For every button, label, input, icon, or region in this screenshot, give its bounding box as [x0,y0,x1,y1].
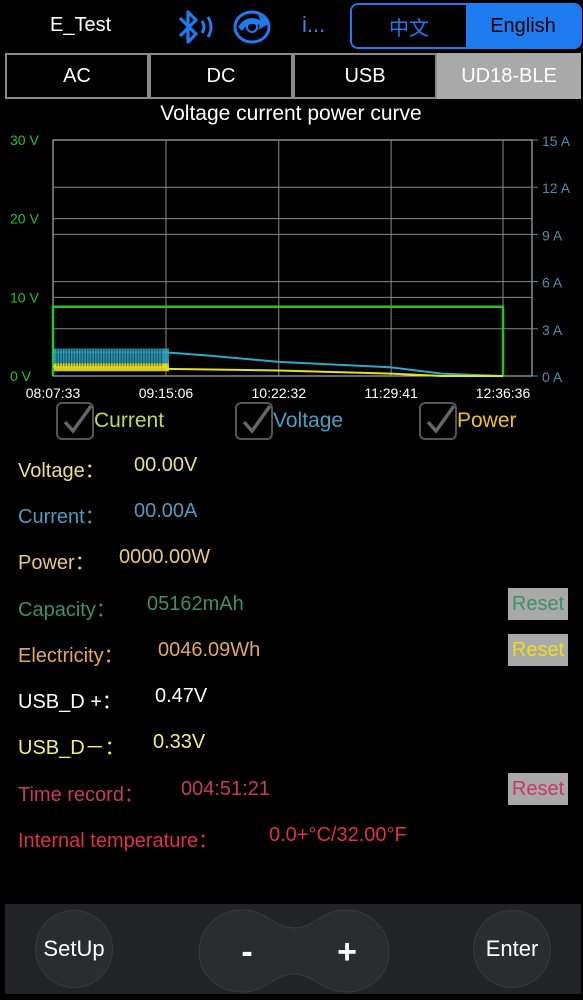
electricity-reading: Electricity： 0046.09Wh [18,639,260,668]
checkbox-box [56,402,94,440]
current-value: 00.00A [134,500,198,522]
minus-button[interactable]: - [217,924,277,980]
temperature-value: 0.0+°C/32.00°F [269,824,407,846]
tab-ud18-ble[interactable]: UD18-BLE [437,53,581,99]
y-left-tick-label: 20 V [10,211,39,227]
y-left-tick-label: 10 V [10,289,39,305]
y-right-tick-label: 9 A [542,227,563,243]
top-bar: E_Test i... 中文 English [0,0,583,52]
x-tick-label: 12:36:36 [476,385,531,401]
usb-dm-reading: USB_D－： 0.33V [18,731,205,760]
plus-button[interactable]: + [317,924,377,980]
plot-frame [52,139,533,377]
chart-title: Voltage current power curve [160,102,421,125]
capacity-label: Capacity： [18,599,116,621]
enter-button[interactable]: Enter [473,910,551,988]
app-title: E_Test [50,14,112,36]
time-record-value: 004:51:21 [181,778,270,800]
y-right-tick-label: 0 A [542,369,563,385]
lang-chinese-button[interactable]: 中文 [352,5,466,47]
capacity-value: 05162mAh [147,593,244,615]
y-right-tick-label: 3 A [542,322,563,338]
time-record-label: Time record： [18,784,144,806]
electricity-value: 0046.09Wh [158,639,261,661]
setup-button[interactable]: SetUp [35,910,113,988]
tab-ac[interactable]: AC [5,53,149,99]
y-right-tick-label: 15 A [542,133,571,149]
chart-svg: Voltage current power curve 0 A 3 A 6 A 9 A 1… [10,102,571,401]
voltage-label: Voltage： [18,460,105,482]
mode-tabs: AC DC USB UD18-BLE [5,53,581,99]
voltage-reading: Voltage： 00.00V [18,454,197,483]
tab-dc[interactable]: DC [149,53,293,99]
checkbox-box [235,402,273,440]
y-right-tick-label: 6 A [542,275,563,291]
power-checkbox[interactable]: Power [419,402,517,440]
plus-minus-pad: - + [195,906,393,994]
y-left-tick-label: 30 V [10,132,39,148]
language-toggle: 中文 English [350,3,582,49]
power-value: 0000.00W [119,546,211,568]
time-reset-button[interactable]: Reset [508,773,568,805]
electricity-label: Electricity： [18,645,124,667]
check-icon [426,404,456,434]
electricity-reset-button[interactable]: Reset [508,634,568,666]
y-left-tick-label: 0 V [10,368,32,384]
current-reading: Current： 00.00A [18,500,197,529]
series-toggles: Current Voltage Power [0,402,583,444]
bluetooth-icon[interactable] [174,6,218,48]
power-noise-band [54,363,169,372]
temperature-label: Internal temperature： [18,830,219,852]
check-icon [242,404,272,434]
bottom-control-bar: SetUp - + Enter [5,904,581,994]
usb-dm-value: 0.33V [153,731,206,753]
usb-dp-value: 0.47V [155,685,208,707]
y-right-tick-label: 12 A [542,180,571,196]
usb-dm-label: USB_D－： [18,737,125,759]
tab-usb[interactable]: USB [293,53,437,99]
x-tick-label: 10:22:32 [252,385,307,401]
check-icon [63,404,93,434]
x-tick-label: 09:15:06 [139,385,194,401]
current-checkbox-label: Current [94,409,165,432]
current-checkbox[interactable]: Current [56,402,164,440]
lang-english-button[interactable]: English [466,5,580,47]
time-record-reading: Time record： 004:51:21 [18,778,270,807]
voltage-checkbox[interactable]: Voltage [235,402,343,440]
x-tick-label: 11:29:41 [364,385,418,401]
voltage-current-power-chart: Voltage current power curve 0 A 3 A 6 A 9 A 1… [0,98,583,403]
voltage-checkbox-label: Voltage [273,409,344,432]
power-checkbox-label: Power [457,409,517,432]
power-label: Power： [18,552,95,574]
capacity-reset-button[interactable]: Reset [508,588,568,620]
capacity-reading: Capacity： 05162mAh [18,593,244,622]
usb-dp-label: USB_D +： [18,691,122,713]
more-button[interactable]: i... [302,12,325,38]
voltage-value: 00.00V [134,454,198,476]
usb-dp-reading: USB_D +： 0.47V [18,685,207,714]
x-tick-label: 08:07:33 [26,385,81,401]
current-label: Current： [18,506,105,528]
temperature-reading: Internal temperature： 0.0+°C/32.00°F [18,824,407,853]
sync-icon[interactable] [232,8,278,46]
current-noise-band [54,348,169,365]
power-reading: Power： 0000.00W [18,546,210,575]
checkbox-box [419,402,457,440]
